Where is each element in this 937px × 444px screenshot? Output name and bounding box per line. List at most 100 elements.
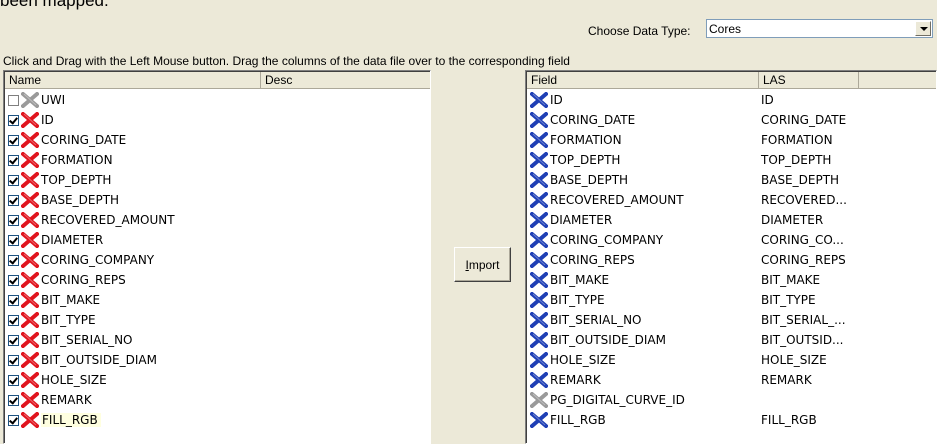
source-column-row[interactable]: FORMATION — [5, 150, 113, 170]
las-mapping-value: ID — [761, 93, 774, 107]
source-column-row[interactable]: HOLE_SIZE — [5, 370, 107, 390]
blue-x-icon — [530, 212, 548, 228]
source-column-row[interactable]: CORING_COMPANY — [5, 250, 154, 270]
column-checkbox[interactable] — [8, 254, 19, 266]
blue-x-icon — [530, 192, 548, 208]
truncated-heading: been mapped. — [0, 0, 109, 10]
las-mapping-value: BIT_TYPE — [761, 293, 816, 307]
target-field-row[interactable]: RECOVERED_AMOUNT RECOVERED... — [527, 190, 935, 210]
column-checkbox[interactable] — [8, 294, 19, 306]
las-mapping-value: FORMATION — [761, 133, 833, 147]
target-field-name: RECOVERED_AMOUNT — [550, 193, 684, 207]
target-field-row[interactable]: CORING_COMPANY CORING_CO... — [527, 230, 935, 250]
target-field-row[interactable]: FORMATION FORMATION — [527, 130, 935, 150]
column-header-blank — [859, 72, 936, 89]
target-field-row[interactable]: BIT_MAKE BIT_MAKE — [527, 270, 935, 290]
source-column-name: DIAMETER — [41, 233, 104, 247]
target-field-name: BIT_SERIAL_NO — [550, 313, 642, 327]
target-field-row[interactable]: BIT_OUTSIDE_DIAM BIT_OUTSID... — [527, 330, 935, 350]
source-column-name: CORING_DATE — [41, 133, 127, 147]
column-header-las[interactable]: LAS — [759, 72, 859, 89]
target-field-name: HOLE_SIZE — [550, 353, 616, 367]
column-checkbox[interactable] — [8, 334, 19, 346]
blue-x-icon — [530, 292, 548, 308]
column-checkbox[interactable] — [8, 314, 19, 326]
column-header-desc[interactable]: Desc — [261, 72, 430, 89]
source-column-name: BASE_DEPTH — [41, 193, 120, 207]
source-column-name: CORING_REPS — [41, 273, 126, 287]
target-field-name: ID — [550, 93, 563, 107]
column-checkbox[interactable] — [8, 394, 19, 406]
column-checkbox[interactable] — [8, 194, 19, 206]
target-field-row[interactable]: BASE_DEPTH BASE_DEPTH — [527, 170, 935, 190]
target-field-name: CORING_DATE — [550, 113, 636, 127]
target-field-name: TOP_DEPTH — [550, 153, 621, 167]
red-x-icon — [21, 252, 39, 268]
target-field-row[interactable]: REMARK REMARK — [527, 370, 935, 390]
las-mapping-value: HOLE_SIZE — [761, 353, 827, 367]
red-x-icon — [21, 312, 39, 328]
column-header-field[interactable]: Field — [527, 72, 759, 89]
import-button[interactable]: Import — [454, 247, 511, 282]
target-field-row[interactable]: BIT_SERIAL_NO BIT_SERIAL_... — [527, 310, 935, 330]
blue-x-icon — [530, 252, 548, 268]
blue-x-icon — [530, 112, 548, 128]
column-header-name[interactable]: Name — [5, 72, 261, 89]
blue-x-icon — [530, 152, 548, 168]
blue-x-icon — [530, 372, 548, 388]
source-column-row[interactable]: TOP_DEPTH — [5, 170, 111, 190]
blue-x-icon — [530, 272, 548, 288]
column-checkbox[interactable] — [8, 134, 19, 146]
source-column-row[interactable]: RECOVERED_AMOUNT — [5, 210, 175, 230]
column-checkbox[interactable] — [8, 94, 19, 106]
source-column-name: TOP_DEPTH — [41, 173, 112, 187]
source-column-row[interactable]: BIT_TYPE — [5, 310, 96, 330]
target-field-name: BIT_MAKE — [550, 273, 610, 287]
source-column-row[interactable]: REMARK — [5, 390, 92, 410]
red-x-icon — [21, 152, 39, 168]
source-column-row[interactable]: BASE_DEPTH — [5, 190, 119, 210]
target-field-row[interactable]: DIAMETER DIAMETER — [527, 210, 935, 230]
target-field-name: FILL_RGB — [550, 413, 606, 427]
target-field-row[interactable]: TOP_DEPTH TOP_DEPTH — [527, 150, 935, 170]
red-x-icon — [21, 392, 39, 408]
source-column-row[interactable]: CORING_DATE — [5, 130, 126, 150]
source-column-row[interactable]: FILL_RGB — [5, 410, 101, 430]
column-checkbox[interactable] — [8, 234, 19, 246]
source-column-name: ID — [41, 113, 54, 127]
source-column-row[interactable]: CORING_REPS — [5, 270, 126, 290]
source-column-row[interactable]: UWI — [5, 90, 65, 110]
target-field-row[interactable]: ID ID — [527, 90, 935, 110]
column-checkbox[interactable] — [8, 374, 19, 386]
target-field-name: CORING_REPS — [550, 253, 635, 267]
target-field-row[interactable]: HOLE_SIZE HOLE_SIZE — [527, 350, 935, 370]
source-column-row[interactable]: DIAMETER — [5, 230, 103, 250]
target-field-row[interactable]: CORING_REPS CORING_REPS — [527, 250, 935, 270]
source-columns-list[interactable]: Name Desc UWI ID CORING_DATE FORMATION TOP_D… — [3, 70, 431, 444]
chevron-down-icon[interactable] — [915, 21, 931, 36]
column-checkbox[interactable] — [8, 274, 19, 286]
source-column-name: UWI — [41, 93, 66, 107]
target-field-name: FORMATION — [550, 133, 622, 147]
source-column-row[interactable]: BIT_MAKE — [5, 290, 100, 310]
target-field-row[interactable]: CORING_DATE CORING_DATE — [527, 110, 935, 130]
blue-x-icon — [530, 352, 548, 368]
target-fields-list[interactable]: Field LAS ID ID CORING_DATE CORING_DATE FORM… — [525, 70, 937, 444]
source-column-row[interactable]: ID — [5, 110, 54, 130]
red-x-icon — [21, 112, 39, 128]
column-checkbox[interactable] — [8, 154, 19, 166]
target-field-row[interactable]: BIT_TYPE BIT_TYPE — [527, 290, 935, 310]
source-column-row[interactable]: BIT_SERIAL_NO — [5, 330, 133, 350]
las-mapping-value: CORING_REPS — [761, 253, 846, 267]
column-checkbox[interactable] — [8, 114, 19, 126]
source-column-row[interactable]: BIT_OUTSIDE_DIAM — [5, 350, 157, 370]
column-checkbox[interactable] — [8, 174, 19, 186]
column-checkbox[interactable] — [8, 354, 19, 366]
blue-x-icon — [530, 132, 548, 148]
column-checkbox[interactable] — [8, 214, 19, 226]
red-x-icon — [21, 292, 39, 308]
column-checkbox[interactable] — [8, 414, 19, 426]
target-field-row[interactable]: PG_DIGITAL_CURVE_ID — [527, 390, 935, 410]
target-field-row[interactable]: FILL_RGB FILL_RGB — [527, 410, 935, 430]
data-type-select[interactable]: Cores — [706, 19, 933, 38]
